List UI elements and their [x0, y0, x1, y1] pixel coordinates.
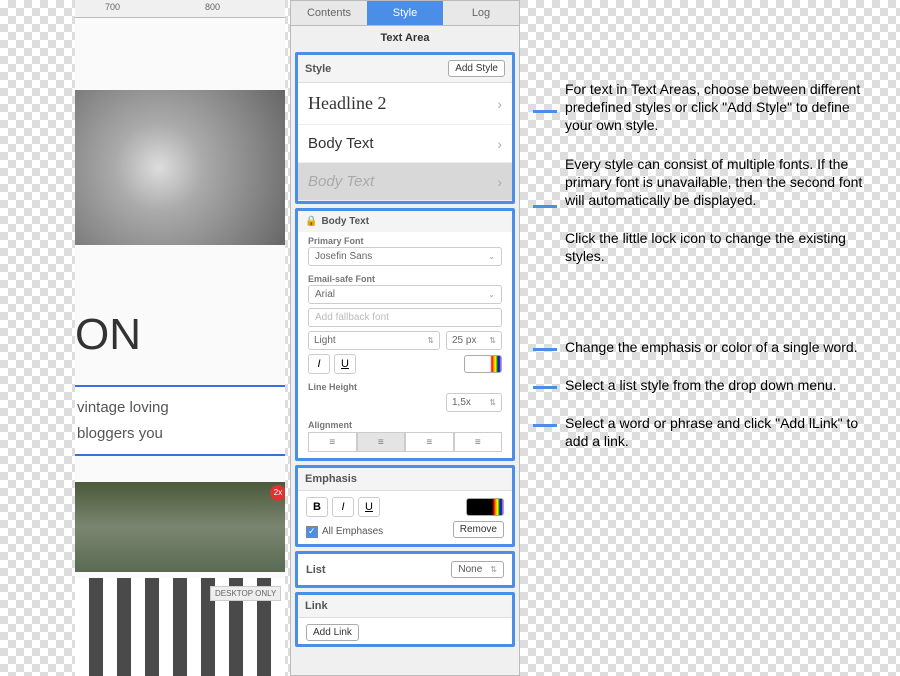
annotation-text: Every style can consist of multiple font…	[565, 156, 862, 208]
retina-badge: 2x	[270, 485, 285, 501]
chevron-right-icon: ›	[497, 136, 502, 152]
body-text-group: 🔒 Body Text Primary Font Josefin Sans ⌄ …	[295, 208, 515, 461]
annotation-text: Select a list style from the drop down m…	[565, 377, 837, 393]
line-height-label: Line Height	[298, 378, 512, 393]
chevron-right-icon: ›	[497, 174, 502, 190]
font-size-select[interactable]: 25 px ⇅	[446, 331, 502, 350]
bold-button[interactable]: B	[306, 497, 328, 517]
style-name: Body Text	[308, 173, 374, 190]
line-height-value: 1,5x	[452, 397, 471, 408]
font-size-value: 25 px	[452, 335, 476, 346]
canvas-heading[interactable]: ON	[75, 310, 141, 360]
chevron-right-icon: ›	[497, 96, 502, 112]
inspector-panel: Contents Style Log Text Area Style Add S…	[290, 0, 520, 676]
tab-contents[interactable]: Contents	[291, 1, 367, 25]
ruler-tick: 700	[105, 2, 120, 12]
stepper-icon: ⇅	[427, 336, 434, 345]
style-group-label: Style	[305, 63, 331, 75]
canvas-text-line: vintage loving	[77, 395, 277, 421]
callout-bar	[533, 386, 557, 389]
lock-icon[interactable]: 🔒	[305, 216, 317, 227]
email-safe-font-select[interactable]: Arial ⌄	[308, 285, 502, 304]
color-swatch[interactable]	[464, 355, 502, 373]
italic-button[interactable]: I	[332, 497, 354, 517]
emphasis-group: Emphasis B I U All Emphases Remove	[295, 465, 515, 547]
remove-button[interactable]: Remove	[453, 521, 504, 538]
style-option-body-text[interactable]: Body Text ›	[298, 125, 512, 163]
tab-style[interactable]: Style	[367, 1, 443, 25]
annotation-text: Click the little lock icon to change the…	[565, 230, 846, 264]
ruler-tick: 800	[205, 2, 220, 12]
list-group: List None ⇅	[295, 551, 515, 588]
email-safe-font-label: Email-safe Font	[298, 270, 512, 285]
callout-bar	[533, 205, 557, 208]
canvas-text-area[interactable]: vintage loving bloggers you	[75, 385, 285, 456]
primary-font-value: Josefin Sans	[315, 251, 372, 262]
link-group: Link Add Link	[295, 592, 515, 647]
annotation-text: For text in Text Areas, choose between d…	[565, 81, 860, 133]
canvas-image[interactable]	[75, 482, 285, 572]
emphasis-color-swatch[interactable]	[466, 498, 504, 516]
style-name: Headline 2	[308, 93, 386, 114]
desktop-only-label: DESKTOP ONLY	[210, 586, 281, 601]
align-left-button[interactable]: ≡	[308, 432, 357, 452]
fallback-font-input[interactable]: Add fallback font	[308, 308, 502, 327]
chevron-down-icon: ⌄	[488, 252, 495, 261]
callout-bar	[533, 424, 557, 427]
primary-font-label: Primary Font	[298, 232, 512, 247]
all-emphases-checkbox[interactable]	[306, 526, 318, 538]
list-style-select[interactable]: None ⇅	[451, 561, 504, 578]
stepper-icon: ⇅	[489, 398, 496, 407]
callout-bar	[533, 348, 557, 351]
line-height-select[interactable]: 1,5x ⇅	[446, 393, 502, 412]
canvas-text-line: bloggers you	[77, 421, 277, 447]
align-justify-button[interactable]: ≡	[454, 432, 503, 452]
italic-button[interactable]: I	[308, 354, 330, 374]
emphasis-label: Emphasis	[305, 473, 357, 485]
email-safe-font-value: Arial	[315, 289, 335, 300]
list-label: List	[306, 564, 326, 576]
add-link-button[interactable]: Add Link	[306, 624, 359, 641]
align-right-button[interactable]: ≡	[405, 432, 454, 452]
add-style-button[interactable]: Add Style	[448, 60, 505, 77]
list-value: None	[458, 564, 482, 575]
style-option-body-text-selected[interactable]: Body Text ›	[298, 163, 512, 201]
underline-button[interactable]: U	[334, 354, 356, 374]
callout-bar	[533, 110, 557, 113]
annotation-text: Change the emphasis or color of a single…	[565, 339, 858, 355]
align-center-button[interactable]: ≡	[357, 432, 406, 452]
link-label: Link	[305, 600, 328, 612]
chevron-down-icon: ⌄	[488, 290, 495, 299]
tab-log[interactable]: Log	[443, 1, 519, 25]
editor-canvas: 700 800 ON vintage loving bloggers you 2…	[75, 0, 285, 676]
inspector-tabs: Contents Style Log	[291, 1, 519, 26]
underline-button[interactable]: U	[358, 497, 380, 517]
annotations: For text in Text Areas, choose between d…	[565, 80, 865, 470]
font-weight-value: Light	[314, 335, 336, 346]
alignment-label: Alignment	[298, 416, 512, 431]
style-name: Body Text	[308, 135, 374, 152]
all-emphases-label: All Emphases	[322, 526, 383, 537]
annotation-text: Select a word or phrase and click "Add l…	[565, 415, 858, 449]
style-group: Style Add Style Headline 2 › Body Text ›…	[295, 52, 515, 204]
style-option-headline2[interactable]: Headline 2 ›	[298, 83, 512, 125]
panel-title: Text Area	[291, 26, 519, 50]
canvas-image[interactable]	[75, 90, 285, 245]
fallback-placeholder: Add fallback font	[315, 312, 389, 323]
font-weight-select[interactable]: Light ⇅	[308, 331, 440, 350]
ruler: 700 800	[75, 0, 285, 18]
primary-font-select[interactable]: Josefin Sans ⌄	[308, 247, 502, 266]
stepper-icon: ⇅	[490, 565, 497, 574]
body-text-header: Body Text	[321, 216, 369, 227]
stepper-icon: ⇅	[489, 336, 496, 345]
